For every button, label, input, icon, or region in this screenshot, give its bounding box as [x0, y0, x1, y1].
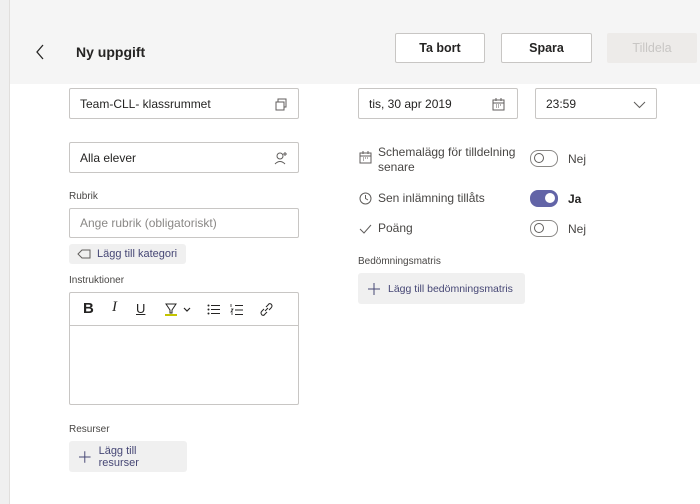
chevron-down-icon[interactable]	[183, 307, 191, 313]
bold-icon[interactable]: B	[83, 300, 94, 317]
add-rubric-label: Lägg till bedömningsmatris	[388, 282, 513, 295]
resources-label: Resurser	[69, 424, 110, 435]
page-title: Ny uppgift	[76, 44, 146, 60]
header	[10, 0, 700, 84]
add-rubric-button[interactable]: Lägg till bedömningsmatris	[358, 273, 525, 304]
highlight-icon[interactable]	[164, 302, 178, 317]
italic-icon[interactable]: I	[112, 299, 117, 316]
instructions-editor[interactable]: B I U	[69, 292, 299, 405]
add-category-button[interactable]: Lägg till kategori	[69, 244, 186, 264]
add-resources-button[interactable]: Lägg till resurser	[69, 441, 187, 472]
add-person-icon	[274, 152, 287, 165]
back-button[interactable]	[34, 42, 46, 62]
schedule-label: Schemalägg för tilldelning senare	[378, 145, 516, 174]
points-toggle[interactable]	[530, 220, 558, 237]
schedule-toggle[interactable]	[530, 150, 558, 167]
assign-button[interactable]: Tilldela	[607, 33, 697, 63]
toggle-knob	[534, 153, 544, 163]
late-toggle[interactable]	[530, 190, 558, 207]
checkmark-icon	[359, 224, 372, 234]
late-label: Sen inlämning tillåts	[378, 191, 485, 205]
link-icon[interactable]	[260, 303, 273, 316]
copy-icon	[275, 98, 287, 111]
tag-icon	[77, 249, 91, 259]
late-value: Ja	[568, 192, 582, 206]
chevron-down-icon	[633, 101, 646, 109]
schedule-value: Nej	[568, 152, 587, 166]
title-label: Rubrik	[69, 191, 98, 202]
clock-icon	[359, 192, 372, 205]
rubric-label: Bedömningsmatris	[358, 256, 441, 267]
points-value: Nej	[568, 222, 587, 236]
bullet-list-icon[interactable]	[207, 304, 220, 315]
delete-button[interactable]: Ta bort	[395, 33, 485, 63]
due-time-field[interactable]: 23:59	[535, 88, 657, 119]
calendar-schedule-icon	[359, 151, 372, 164]
plus-icon	[79, 450, 91, 463]
instructions-label: Instruktioner	[69, 275, 125, 286]
chevron-left-icon	[36, 44, 44, 60]
add-resources-label: Lägg till resurser	[98, 444, 139, 469]
format-toolbar: B I U	[70, 293, 298, 326]
toggle-knob	[545, 193, 555, 203]
points-label: Poäng	[378, 221, 413, 235]
due-time-value: 23:59	[546, 96, 577, 111]
numbered-list-icon[interactable]	[230, 303, 243, 316]
title-placeholder: Ange rubrik (obligatoriskt)	[80, 216, 217, 230]
plus-icon	[368, 282, 380, 295]
due-date-field[interactable]: tis, 30 apr 2019	[358, 88, 518, 119]
calendar-icon	[492, 98, 505, 111]
underline-icon[interactable]: U	[136, 301, 145, 316]
students-select[interactable]: Alla elever	[69, 142, 299, 173]
toggle-knob	[534, 223, 544, 233]
class-select[interactable]: Team-CLL- klassrummet	[69, 88, 299, 119]
class-value: Team-CLL- klassrummet	[80, 96, 211, 111]
save-button[interactable]: Spara	[501, 33, 592, 63]
left-edge	[0, 0, 10, 504]
title-input[interactable]: Ange rubrik (obligatoriskt)	[69, 208, 299, 238]
add-category-label: Lägg till kategori	[97, 248, 178, 260]
students-value: Alla elever	[80, 150, 137, 165]
due-date-value: tis, 30 apr 2019	[369, 96, 452, 111]
